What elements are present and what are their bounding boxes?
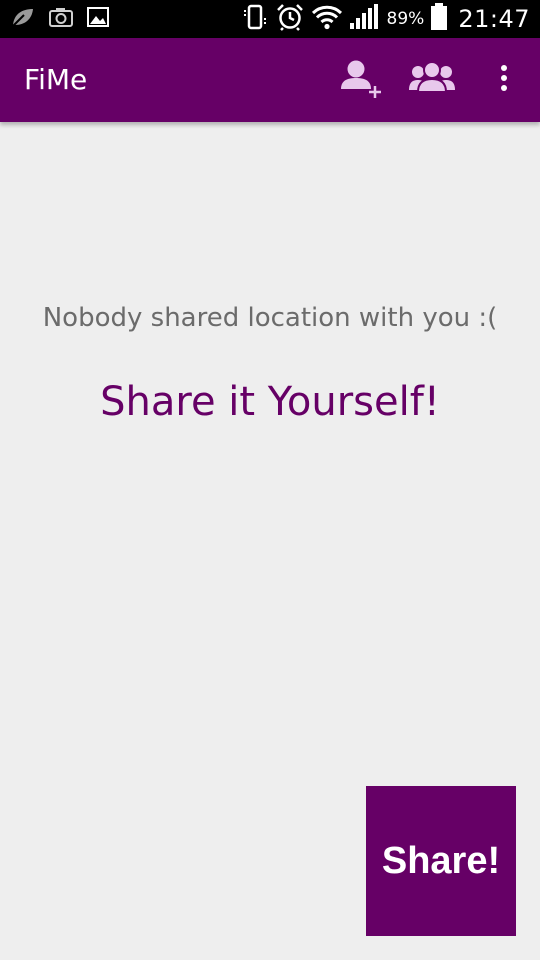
status-bar-notifications: [10, 6, 110, 32]
leaf-icon: [10, 6, 36, 32]
image-icon: [86, 6, 110, 32]
alarm-icon: [275, 3, 305, 35]
clock: 21:47: [458, 5, 530, 33]
wifi-icon: [311, 4, 343, 34]
status-bar-system: 89% 21:47: [241, 3, 530, 35]
share-button-label: Share!: [381, 839, 501, 882]
share-yourself-link[interactable]: Share it Yourself!: [0, 374, 540, 430]
app-title: FiMe: [24, 63, 88, 96]
share-button[interactable]: Share!: [366, 786, 516, 936]
overflow-menu-button[interactable]: [480, 38, 528, 122]
camera-icon: [48, 6, 74, 32]
empty-state-message: Nobody shared location with you :(: [42, 303, 498, 333]
app-bar: FiMe: [0, 38, 540, 122]
vibrate-icon: [241, 3, 269, 35]
status-bar: 89% 21:47: [0, 0, 540, 38]
add-user-icon: [338, 56, 382, 104]
battery-percent: 89%: [386, 9, 425, 29]
add-user-button[interactable]: [330, 38, 390, 122]
screen: 89% 21:47 FiMe Nobody shared location wi…: [0, 0, 540, 960]
group-button[interactable]: [402, 38, 462, 122]
group-icon: [409, 58, 455, 102]
battery-icon: [430, 3, 448, 35]
overflow-menu-icon: [499, 64, 509, 96]
signal-icon: [349, 3, 379, 35]
